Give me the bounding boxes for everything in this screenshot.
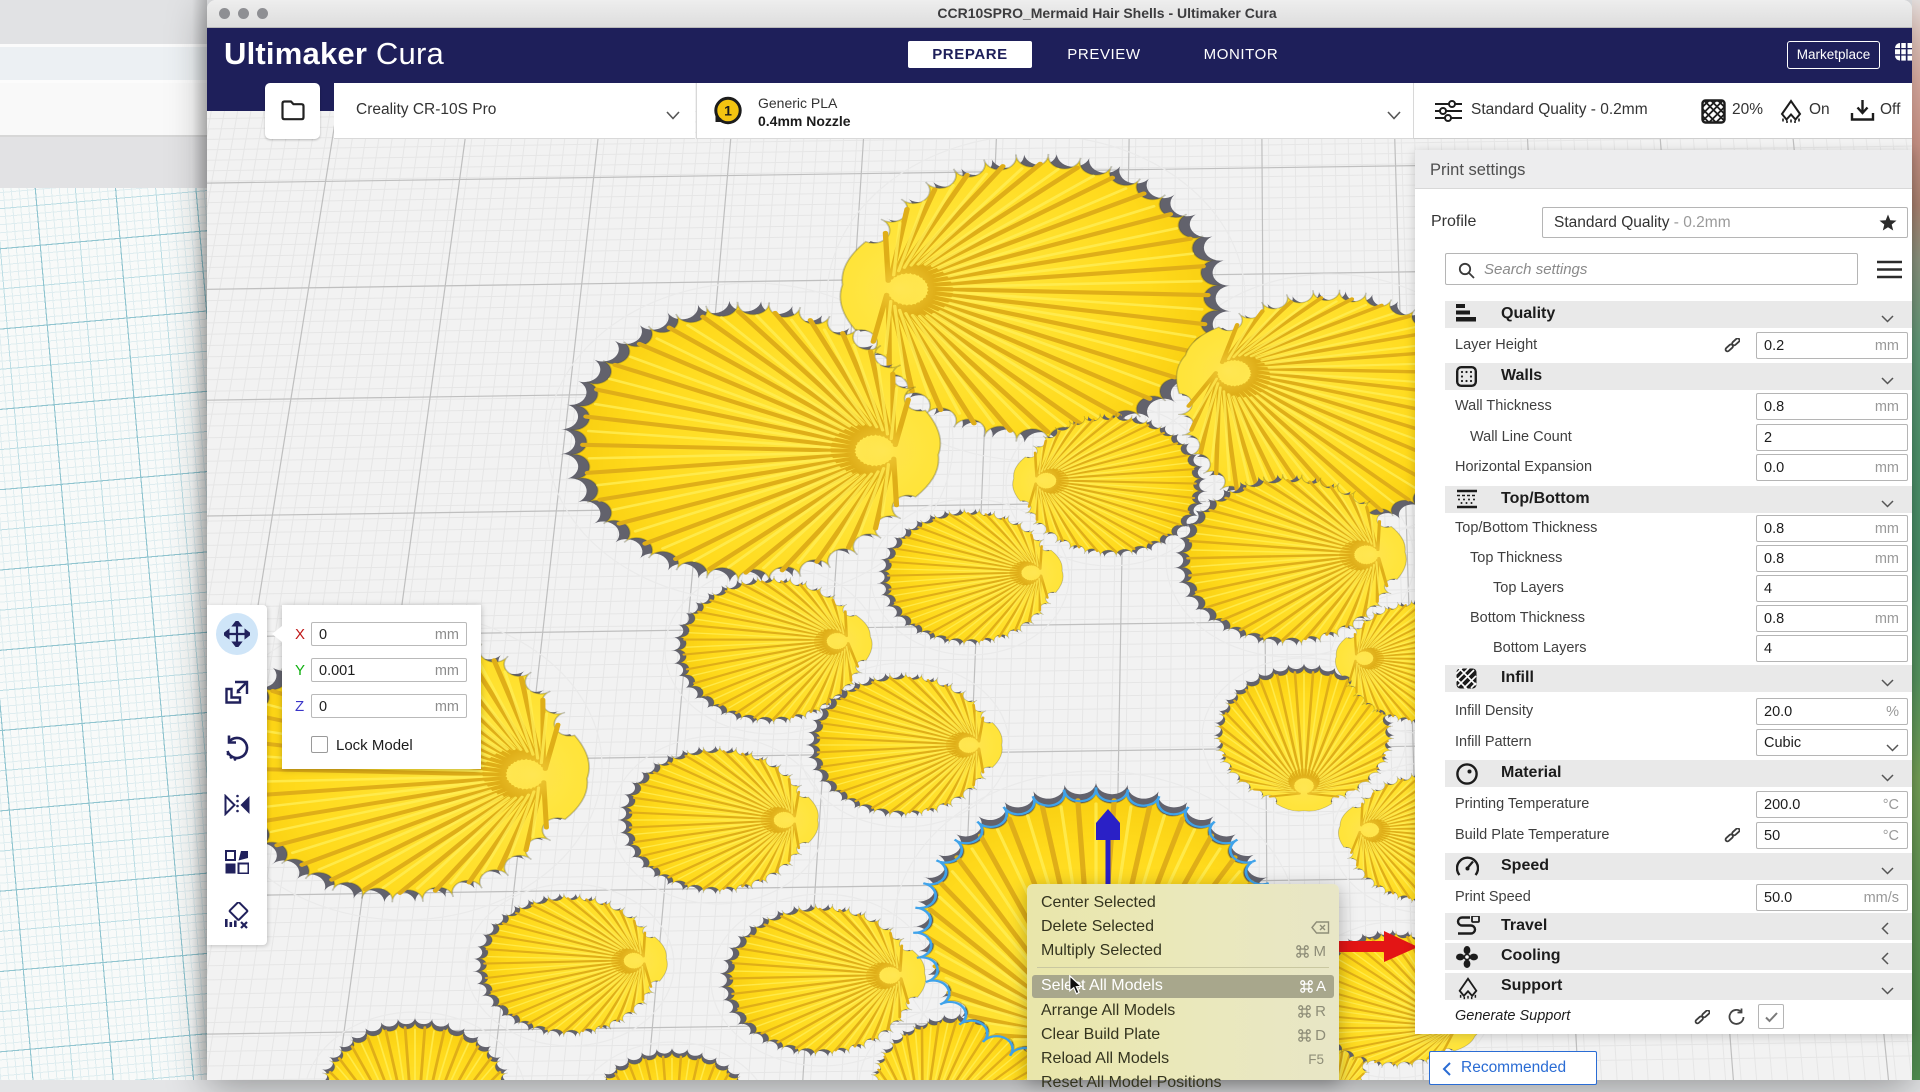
svg-text:1: 1 bbox=[724, 103, 732, 119]
